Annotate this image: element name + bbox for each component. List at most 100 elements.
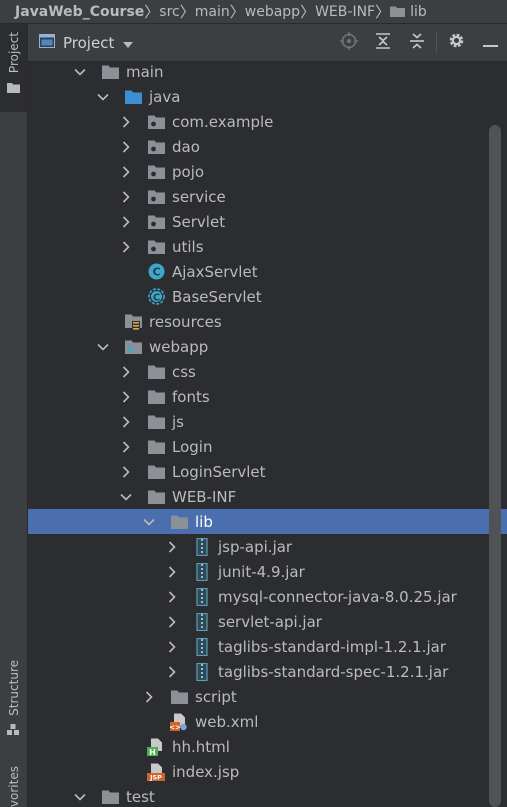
folder-icon (101, 788, 119, 806)
breadcrumb-label: JavaWeb_Course (15, 3, 145, 20)
tree-row[interactable]: js (28, 409, 507, 434)
chevron-right-icon[interactable] (166, 640, 178, 653)
tree-row[interactable]: junit-4.9.jar (28, 559, 507, 584)
breadcrumb-item[interactable]: lib (390, 4, 427, 20)
chevron-right-icon[interactable] (166, 590, 178, 603)
tree-scrollbar-thumb[interactable] (489, 125, 501, 807)
project-view-selector[interactable]: Project (39, 33, 134, 52)
chevron-down-icon[interactable] (97, 341, 109, 353)
chevron-right-icon[interactable] (120, 415, 132, 428)
tree-row[interactable]: resources (28, 309, 507, 334)
tree-row[interactable]: lib (28, 509, 507, 534)
tree-row[interactable]: test (28, 784, 507, 807)
structure-tool-label: Structure (6, 660, 21, 716)
locate-file-button[interactable] (332, 24, 366, 61)
breadcrumb-item[interactable]: webapp (245, 4, 300, 20)
tree-row[interactable]: main (28, 59, 507, 84)
chevron-right-icon[interactable] (166, 665, 178, 678)
chevron-right-icon[interactable] (120, 440, 132, 453)
caret-down-icon (123, 34, 134, 52)
chevron-down-icon[interactable] (97, 91, 109, 103)
jsp-file-icon: JSP (147, 763, 165, 781)
minimize-icon (482, 34, 498, 52)
breadcrumb-label: WEB-INF (315, 3, 376, 20)
tree-row[interactable]: utils (28, 234, 507, 259)
collapse-all-button[interactable] (400, 24, 434, 61)
tree-item-label: jsp-api.jar (218, 537, 293, 556)
chevron-right-icon[interactable] (143, 690, 155, 703)
svg-text:C: C (152, 293, 159, 304)
folder-icon (147, 413, 165, 431)
chevron-right-icon[interactable] (120, 115, 132, 128)
tree-row[interactable]: Login (28, 434, 507, 459)
chevron-down-icon[interactable] (74, 791, 86, 803)
chevron-right-icon[interactable] (120, 465, 132, 478)
tree-row[interactable]: service (28, 184, 507, 209)
chevron-down-icon[interactable] (143, 516, 155, 528)
tree-item-label: WEB-INF (172, 487, 237, 506)
tree-row[interactable]: java (28, 84, 507, 109)
chevron-right-icon[interactable] (166, 565, 178, 578)
chevron-down-icon[interactable] (74, 66, 86, 78)
chevron-right-icon[interactable] (120, 165, 132, 178)
tree-item-label: fonts (172, 387, 210, 406)
tree-row[interactable]: C AjaxServlet (28, 259, 507, 284)
structure-tool-tab[interactable]: Structure (0, 660, 27, 746)
svg-text:C: C (152, 266, 160, 279)
tree-item-label: BaseServlet (172, 287, 262, 306)
tree-row[interactable]: webapp (28, 334, 507, 359)
hide-panel-button[interactable] (473, 24, 507, 61)
tree-row[interactable]: com.example (28, 109, 507, 134)
toolbar-divider (436, 32, 437, 53)
tree-row[interactable]: jsp-api.jar (28, 534, 507, 559)
project-tree: main java com.example dao pojo service Servlet… (28, 59, 507, 807)
tree-row[interactable]: script (28, 684, 507, 709)
chevron-down-icon[interactable] (120, 491, 132, 503)
chevron-right-icon[interactable] (166, 540, 178, 553)
chevron-right-icon[interactable] (120, 140, 132, 153)
tree-item-label: AjaxServlet (172, 262, 258, 281)
tree-row[interactable]: fonts (28, 384, 507, 409)
breadcrumb-item[interactable]: src (159, 4, 179, 20)
tree-row[interactable]: C BaseServlet (28, 284, 507, 309)
chevron-right-icon[interactable] (120, 365, 132, 378)
breadcrumb-label: lib (410, 3, 427, 20)
tree-row[interactable]: <> web.xml (28, 709, 507, 734)
breadcrumb-label: webapp (244, 3, 301, 20)
favorites-tool-tab[interactable]: Favorites (0, 766, 27, 807)
chevron-right-icon[interactable] (120, 215, 132, 228)
tree-row[interactable]: css (28, 359, 507, 384)
breadcrumb-item[interactable]: JavaWeb_Course (0, 4, 144, 20)
tree-row[interactable]: mysql-connector-java-8.0.25.jar (28, 584, 507, 609)
tree-item-label: css (172, 362, 196, 381)
tree-row[interactable]: JSP index.jsp (28, 759, 507, 784)
tree-row[interactable]: servlet-api.jar (28, 609, 507, 634)
chevron-right-icon[interactable] (120, 190, 132, 203)
breadcrumb-item[interactable]: WEB-INF (315, 4, 375, 20)
web-xml-icon: <> (170, 713, 188, 731)
tree-item-label: Servlet (172, 212, 226, 231)
tree-row[interactable]: dao (28, 134, 507, 159)
chevron-right-icon[interactable] (120, 240, 132, 253)
project-tool-tab[interactable]: Project (0, 24, 27, 112)
breadcrumb-item[interactable]: main (195, 4, 230, 20)
tree-row[interactable]: LoginServlet (28, 459, 507, 484)
tree-row[interactable]: WEB-INF (28, 484, 507, 509)
gear-icon (448, 32, 465, 53)
expand-all-button[interactable] (366, 24, 400, 61)
chevron-right-icon[interactable] (166, 615, 178, 628)
tree-row[interactable]: pojo (28, 159, 507, 184)
breadcrumb-separator: 〉 (229, 3, 245, 21)
breadcrumb-separator: 〉 (375, 3, 391, 21)
tree-row[interactable]: Hhh.html (28, 734, 507, 759)
tree-row[interactable]: Servlet (28, 209, 507, 234)
package-icon (147, 113, 165, 131)
folder-icon (7, 79, 20, 97)
tree-item-label: main (126, 62, 164, 81)
folder-icon (147, 363, 165, 381)
settings-button[interactable] (439, 24, 473, 61)
tree-row[interactable]: taglibs-standard-impl-1.2.1.jar (28, 634, 507, 659)
class-icon: C (147, 263, 165, 281)
tree-row[interactable]: taglibs-standard-spec-1.2.1.jar (28, 659, 507, 684)
chevron-right-icon[interactable] (120, 390, 132, 403)
